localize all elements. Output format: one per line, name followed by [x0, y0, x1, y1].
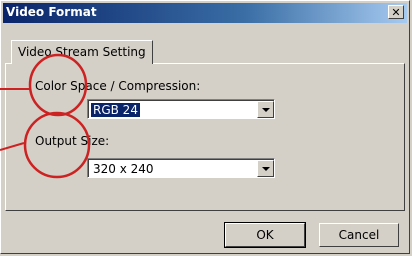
window-title: Video Format: [6, 5, 97, 19]
title-bar[interactable]: Video Format ✕: [3, 3, 407, 23]
close-button[interactable]: ✕: [388, 5, 404, 19]
close-icon: ✕: [391, 6, 401, 19]
ok-button[interactable]: OK: [224, 222, 306, 248]
tab-panel: [5, 63, 405, 211]
tab-label: Video Stream Setting: [18, 45, 146, 59]
cancel-button[interactable]: Cancel: [319, 223, 399, 247]
tab-video-stream-setting[interactable]: Video Stream Setting: [11, 40, 153, 64]
video-format-dialog: Video Format ✕ Video Stream Setting Colo…: [0, 0, 410, 254]
